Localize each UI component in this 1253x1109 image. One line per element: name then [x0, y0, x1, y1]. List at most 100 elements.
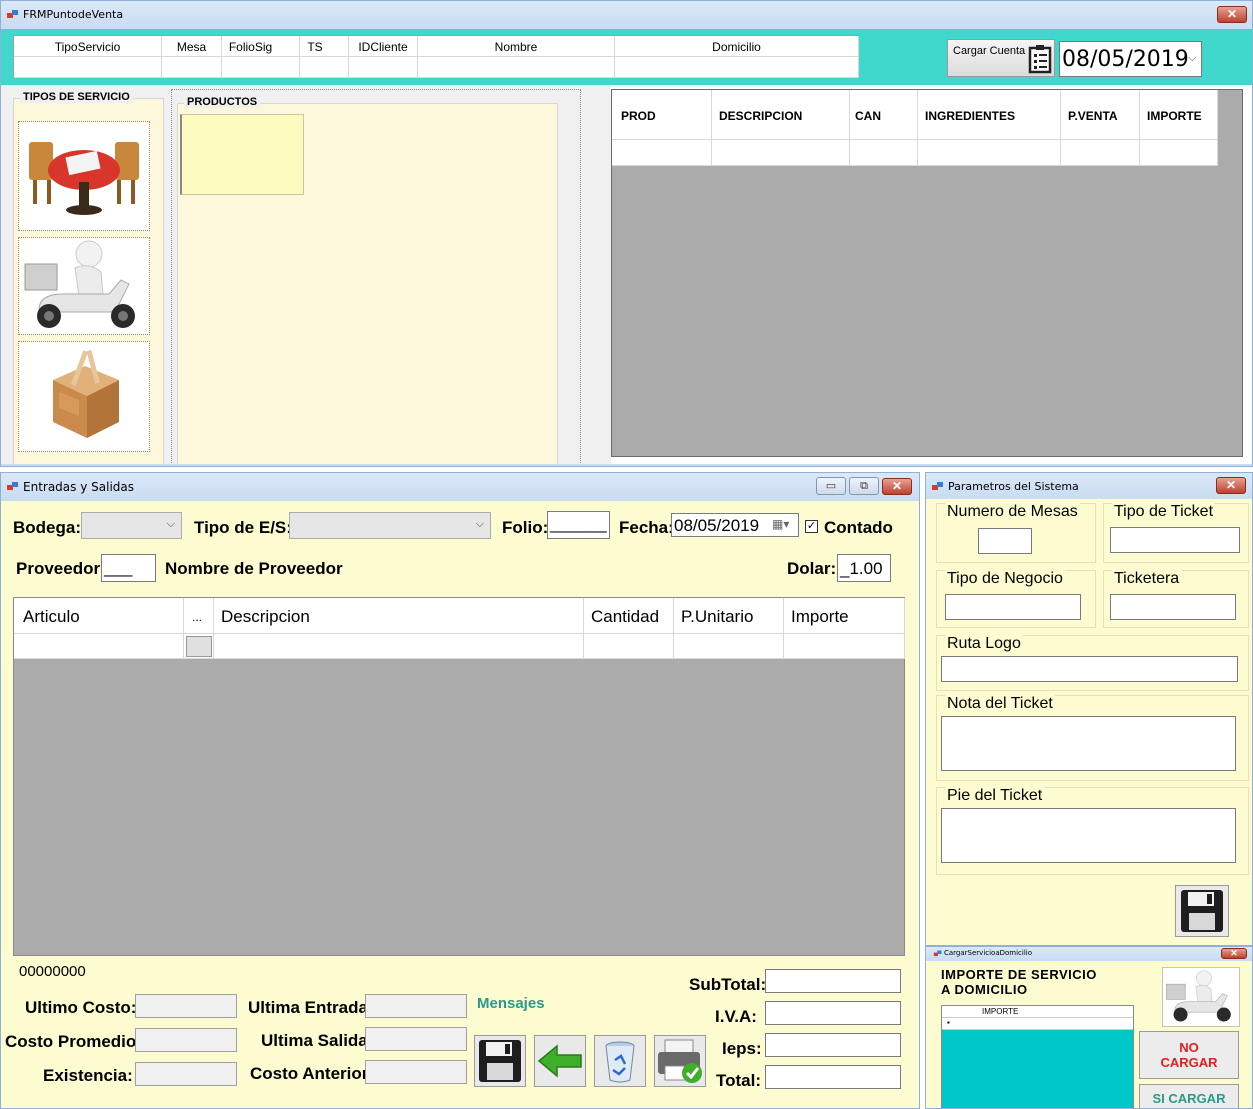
iva-field: [765, 1001, 901, 1025]
es-header-articulo: Articulo: [14, 598, 184, 634]
costo-anterior-field: [365, 1060, 467, 1084]
es-cell[interactable]: [784, 634, 905, 659]
cargar-grid-row[interactable]: ▪: [942, 1018, 1133, 1030]
pos-service-grid[interactable]: TipoServicio Mesa FolioSig TS IDCliente …: [13, 35, 859, 78]
order-header-pventa: P.VENTA: [1061, 90, 1140, 140]
tipos-servicio-title: TIPOS DE SERVICIO: [20, 91, 133, 103]
no-cargar-label-2: CARGAR: [1160, 1055, 1218, 1070]
contado-label: Contado: [824, 518, 893, 537]
grid-cell[interactable]: [162, 57, 222, 78]
grid-cell[interactable]: [300, 57, 349, 78]
param-close-button[interactable]: ✕: [1216, 477, 1246, 494]
param-save-button[interactable]: [1175, 885, 1229, 937]
es-cell[interactable]: [674, 634, 784, 659]
subtotal-field: [765, 969, 901, 993]
proveedor-input[interactable]: ___: [101, 554, 156, 582]
nombre-proveedor-label: Nombre de Proveedor: [165, 559, 343, 578]
cargar-close-button[interactable]: ✕: [1221, 948, 1247, 959]
restore-button[interactable]: ⧉: [849, 477, 879, 495]
es-header-descripcion: Descripcion: [214, 598, 584, 634]
grid-cell[interactable]: [418, 57, 615, 78]
product-button-empty[interactable]: [180, 114, 304, 195]
delivery-scooter-icon: [1166, 970, 1231, 1022]
order-grid[interactable]: PROD DESCRIPCION CAN INGREDIENTES P.VENT…: [611, 89, 1243, 457]
app-icon: [933, 950, 942, 958]
chevron-down-icon[interactable]: ⌵: [1188, 52, 1196, 65]
subtotal-label: SubTotal:: [689, 975, 767, 994]
grid-cell[interactable]: [615, 57, 859, 78]
grid-cell[interactable]: [349, 57, 418, 78]
order-cell[interactable]: [918, 140, 1061, 166]
clipboard-icon: [1028, 45, 1052, 74]
recycle-bin-icon: [605, 1041, 635, 1083]
order-header-importe: IMPORTE: [1140, 90, 1218, 140]
order-cell[interactable]: [850, 140, 918, 166]
app-icon: [7, 482, 19, 492]
iva-label: I.V.A:: [715, 1007, 757, 1026]
delete-button[interactable]: [594, 1035, 646, 1087]
order-cell[interactable]: [1140, 140, 1218, 166]
contado-checkbox[interactable]: ✓: [805, 520, 818, 533]
ultima-salida-label: Ultima Salida:: [261, 1031, 374, 1050]
service-domicilio-button[interactable]: [18, 237, 150, 335]
si-cargar-button[interactable]: SI CARGAR: [1139, 1084, 1239, 1108]
dolar-label: Dolar:: [787, 559, 837, 578]
existencia-label: Existencia:: [43, 1066, 133, 1085]
tipo-negocio-input[interactable]: [945, 594, 1081, 620]
order-cell[interactable]: [712, 140, 850, 166]
es-window: Entradas y Salidas ▭ ⧉ ✕ Bodega: ⌵ Tipo …: [0, 472, 920, 1109]
service-mesa-button[interactable]: [18, 121, 150, 231]
grid-cell[interactable]: [222, 57, 300, 78]
ieps-label: Ieps:: [722, 1039, 762, 1058]
es-cell-button[interactable]: [184, 634, 214, 659]
tipo-ticket-input[interactable]: [1110, 527, 1240, 553]
delivery-scooter-icon: [24, 240, 135, 328]
back-button[interactable]: [534, 1035, 586, 1087]
es-close-button[interactable]: ✕: [882, 478, 912, 495]
service-llevar-button[interactable]: [18, 341, 150, 452]
order-header-descripcion: DESCRIPCION: [712, 90, 850, 140]
no-cargar-button[interactable]: NO CARGAR: [1139, 1031, 1239, 1079]
bodega-select[interactable]: ⌵: [81, 512, 182, 539]
pos-date-picker[interactable]: 08/05/2019 ⌵: [1059, 41, 1202, 77]
dolar-input[interactable]: _1.00: [837, 554, 891, 582]
grid-header-ts: TS: [300, 36, 349, 57]
nota-ticket-input[interactable]: [941, 716, 1236, 771]
cargar-cuenta-button[interactable]: Cargar Cuenta: [947, 39, 1055, 77]
cargar-import-grid[interactable]: IMPORTE ▪: [941, 1005, 1134, 1108]
es-cell[interactable]: [584, 634, 674, 659]
print-button[interactable]: [654, 1035, 706, 1087]
order-cell[interactable]: [1061, 140, 1140, 166]
tipo-es-select[interactable]: ⌵: [289, 512, 491, 539]
ticketera-input[interactable]: [1110, 594, 1236, 620]
pie-ticket-input[interactable]: [941, 808, 1236, 863]
pos-close-button[interactable]: ✕: [1217, 6, 1247, 23]
es-header-importe: Importe: [784, 598, 905, 634]
ruta-logo-input[interactable]: [941, 656, 1238, 682]
minimize-button[interactable]: ▭: [816, 477, 846, 495]
cargar-window: CargarServicioaDomicilio ✕ IMPORTE DE SE…: [925, 946, 1253, 1109]
fecha-picker[interactable]: 08/05/2019 ▦▾: [671, 513, 799, 537]
back-arrow-icon: [537, 1044, 582, 1078]
folio-input[interactable]: ______: [547, 511, 610, 539]
numero-mesas-input[interactable]: [978, 528, 1032, 554]
item-code: 00000000: [19, 963, 86, 980]
bodega-label: Bodega:: [13, 518, 81, 537]
calendar-icon[interactable]: ▦▾: [772, 517, 789, 531]
es-cell[interactable]: [14, 634, 184, 659]
app-icon: [932, 482, 944, 492]
es-items-grid[interactable]: Articulo ... Descripcion Cantidad P.Unit…: [13, 597, 905, 956]
grid-cell[interactable]: [14, 57, 162, 78]
mensajes-label: Mensajes: [477, 995, 545, 1012]
chevron-down-icon: ⌵: [475, 518, 484, 530]
order-cell[interactable]: [612, 140, 712, 166]
ultima-salida-field: [365, 1027, 467, 1051]
es-titlebar: Entradas y Salidas ▭ ⧉ ✕: [1, 473, 919, 501]
save-icon: [1181, 890, 1223, 932]
costo-promedio-field: [135, 1028, 237, 1052]
cargar-titlebar: CargarServicioaDomicilio ✕: [926, 947, 1252, 961]
es-header-cantidad: Cantidad: [584, 598, 674, 634]
save-button[interactable]: [474, 1035, 526, 1087]
order-header-ingredientes: INGREDIENTES: [918, 90, 1061, 140]
es-cell[interactable]: [214, 634, 584, 659]
